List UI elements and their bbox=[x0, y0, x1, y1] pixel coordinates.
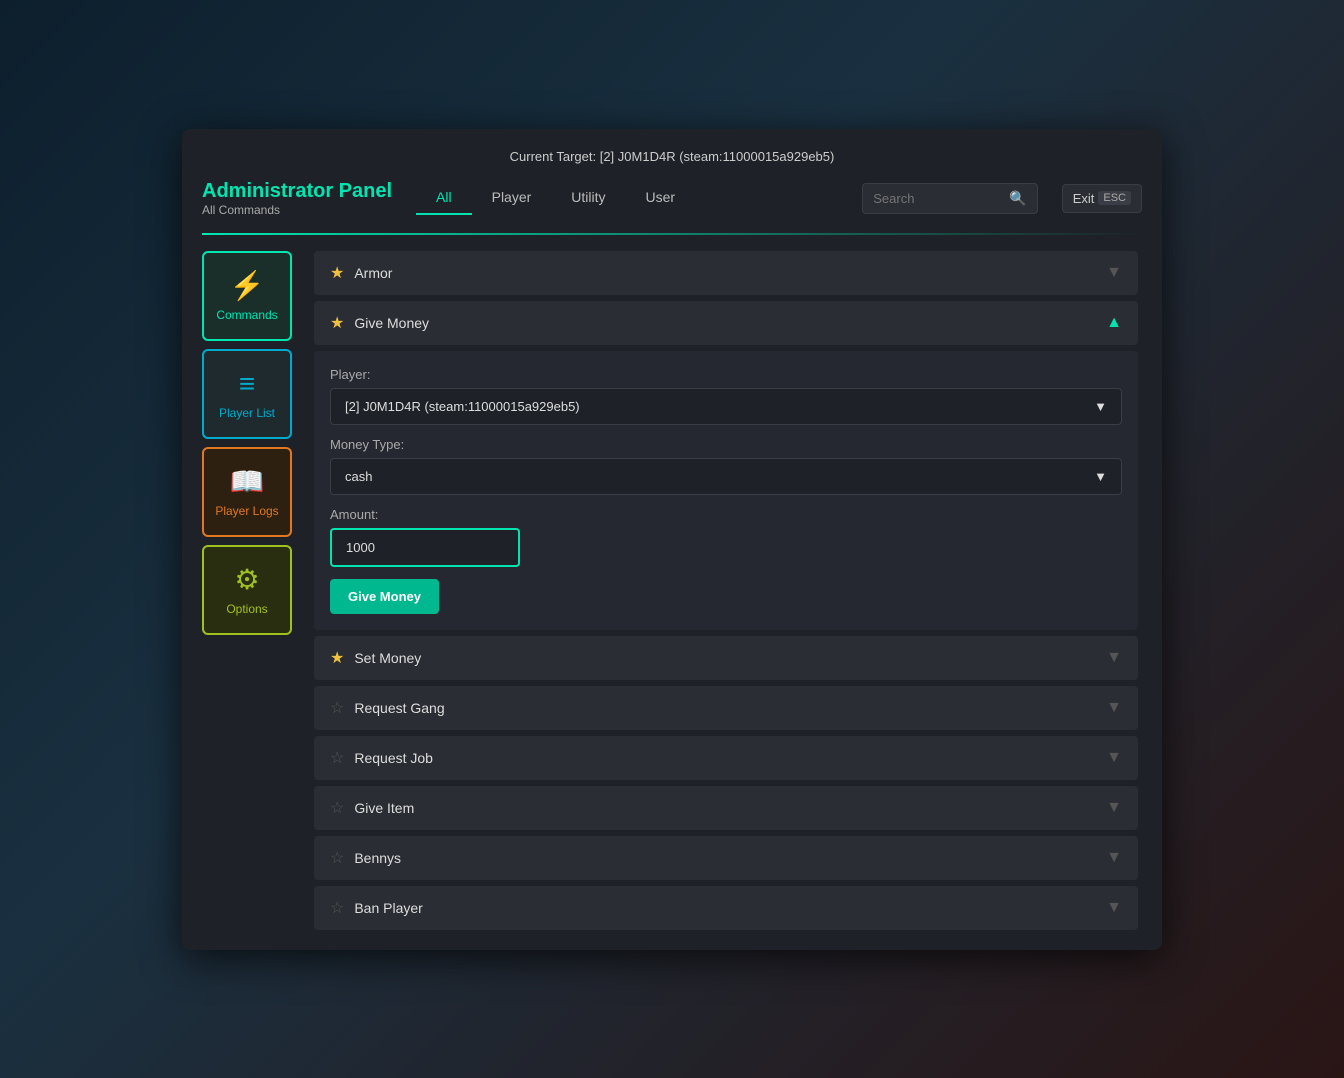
command-row-left-ban-player: ☆ Ban Player bbox=[330, 898, 423, 918]
command-row-left-armor: ★ Armor bbox=[330, 263, 392, 283]
sidebar-item-player-logs[interactable]: 📖 Player Logs bbox=[202, 447, 292, 537]
command-name-bennys: Bennys bbox=[354, 850, 401, 866]
star-ban-player[interactable]: ☆ bbox=[330, 898, 344, 918]
player-field: Player: [2] J0M1D4R (steam:11000015a929e… bbox=[330, 367, 1122, 425]
title-block: Administrator Panel All Commands bbox=[202, 180, 392, 217]
star-give-item[interactable]: ☆ bbox=[330, 798, 344, 818]
chevron-bennys: ▼ bbox=[1106, 849, 1122, 867]
command-row-left-request-job: ☆ Request Job bbox=[330, 748, 433, 768]
star-armor[interactable]: ★ bbox=[330, 263, 344, 283]
chevron-ban-player: ▼ bbox=[1106, 899, 1122, 917]
player-logs-icon: 📖 bbox=[230, 465, 265, 498]
money-type-select[interactable]: cash ▼ bbox=[330, 458, 1122, 495]
esc-label: ESC bbox=[1098, 191, 1131, 205]
chevron-give-item: ▼ bbox=[1106, 799, 1122, 817]
command-row-left-request-gang: ☆ Request Gang bbox=[330, 698, 445, 718]
star-request-job[interactable]: ☆ bbox=[330, 748, 344, 768]
money-type-value: cash bbox=[345, 469, 372, 484]
command-name-ban-player: Ban Player bbox=[354, 900, 422, 916]
panel-title: Administrator Panel bbox=[202, 180, 392, 203]
chevron-give-money: ▲ bbox=[1106, 314, 1122, 332]
commands-label: Commands bbox=[216, 308, 277, 322]
give-money-expanded: Player: [2] J0M1D4R (steam:11000015a929e… bbox=[314, 351, 1138, 630]
command-row-left-give-money: ★ Give Money bbox=[330, 313, 429, 333]
command-name-request-job: Request Job bbox=[354, 750, 433, 766]
panel-subtitle: All Commands bbox=[202, 203, 392, 217]
amount-field: Amount: bbox=[330, 507, 1122, 567]
command-name-request-gang: Request Gang bbox=[354, 700, 444, 716]
tab-all[interactable]: All bbox=[416, 181, 472, 215]
star-request-gang[interactable]: ☆ bbox=[330, 698, 344, 718]
command-row-left-bennys: ☆ Bennys bbox=[330, 848, 401, 868]
money-type-label: Money Type: bbox=[330, 437, 1122, 452]
command-row-give-money[interactable]: ★ Give Money ▲ bbox=[314, 301, 1138, 345]
commands-icon: ⚡ bbox=[230, 269, 265, 302]
sidebar-item-options[interactable]: ⚙ Options bbox=[202, 545, 292, 635]
chevron-request-gang: ▼ bbox=[1106, 699, 1122, 717]
command-row-ban-player[interactable]: ☆ Ban Player ▼ bbox=[314, 886, 1138, 930]
search-icon: 🔍 bbox=[1009, 190, 1026, 207]
options-icon: ⚙ bbox=[234, 563, 259, 596]
command-name-armor: Armor bbox=[354, 265, 392, 281]
underline-bar bbox=[202, 233, 1142, 235]
exit-label: Exit bbox=[1073, 191, 1095, 206]
player-list-icon: ≡ bbox=[239, 368, 255, 400]
tab-player[interactable]: Player bbox=[472, 181, 552, 215]
command-row-request-job[interactable]: ☆ Request Job ▼ bbox=[314, 736, 1138, 780]
exit-button[interactable]: Exit ESC bbox=[1062, 184, 1142, 213]
give-money-button[interactable]: Give Money bbox=[330, 579, 439, 614]
content-area: ⚡ Commands ≡ Player List 📖 Player Logs ⚙… bbox=[202, 251, 1142, 930]
current-target: Current Target: [2] J0M1D4R (steam:11000… bbox=[202, 149, 1142, 164]
star-bennys[interactable]: ☆ bbox=[330, 848, 344, 868]
command-row-left-give-item: ☆ Give Item bbox=[330, 798, 414, 818]
tab-user[interactable]: User bbox=[626, 181, 696, 215]
options-label: Options bbox=[226, 602, 267, 616]
star-give-money[interactable]: ★ bbox=[330, 313, 344, 333]
panel-header: Administrator Panel All Commands All Pla… bbox=[202, 180, 1142, 217]
admin-panel: Current Target: [2] J0M1D4R (steam:11000… bbox=[182, 129, 1162, 950]
search-box[interactable]: 🔍 bbox=[862, 183, 1037, 214]
command-row-bennys[interactable]: ☆ Bennys ▼ bbox=[314, 836, 1138, 880]
player-select[interactable]: [2] J0M1D4R (steam:11000015a929eb5) ▼ bbox=[330, 388, 1122, 425]
chevron-request-job: ▼ bbox=[1106, 749, 1122, 767]
command-name-set-money: Set Money bbox=[354, 650, 421, 666]
sidebar: ⚡ Commands ≡ Player List 📖 Player Logs ⚙… bbox=[202, 251, 298, 930]
player-list-label: Player List bbox=[219, 406, 275, 420]
money-type-chevron-down-icon: ▼ bbox=[1094, 469, 1107, 484]
chevron-armor: ▼ bbox=[1106, 264, 1122, 282]
tab-bar: All Player Utility User bbox=[416, 181, 846, 215]
command-name-give-money: Give Money bbox=[354, 315, 429, 331]
money-type-field: Money Type: cash ▼ bbox=[330, 437, 1122, 495]
command-name-give-item: Give Item bbox=[354, 800, 414, 816]
sidebar-item-commands[interactable]: ⚡ Commands bbox=[202, 251, 292, 341]
player-logs-label: Player Logs bbox=[215, 504, 278, 518]
sidebar-item-player-list[interactable]: ≡ Player List bbox=[202, 349, 292, 439]
search-input[interactable] bbox=[873, 191, 1003, 206]
player-chevron-down-icon: ▼ bbox=[1094, 399, 1107, 414]
chevron-set-money: ▼ bbox=[1106, 649, 1122, 667]
player-label: Player: bbox=[330, 367, 1122, 382]
star-set-money[interactable]: ★ bbox=[330, 648, 344, 668]
command-row-request-gang[interactable]: ☆ Request Gang ▼ bbox=[314, 686, 1138, 730]
command-row-left-set-money: ★ Set Money bbox=[330, 648, 421, 668]
command-row-armor[interactable]: ★ Armor ▼ bbox=[314, 251, 1138, 295]
tab-utility[interactable]: Utility bbox=[551, 181, 625, 215]
commands-list: ★ Armor ▼ ★ Give Money ▲ Player: [2] J0M… bbox=[314, 251, 1142, 930]
command-row-give-item[interactable]: ☆ Give Item ▼ bbox=[314, 786, 1138, 830]
amount-input[interactable] bbox=[330, 528, 520, 567]
amount-label: Amount: bbox=[330, 507, 1122, 522]
command-row-set-money[interactable]: ★ Set Money ▼ bbox=[314, 636, 1138, 680]
player-select-value: [2] J0M1D4R (steam:11000015a929eb5) bbox=[345, 399, 580, 414]
